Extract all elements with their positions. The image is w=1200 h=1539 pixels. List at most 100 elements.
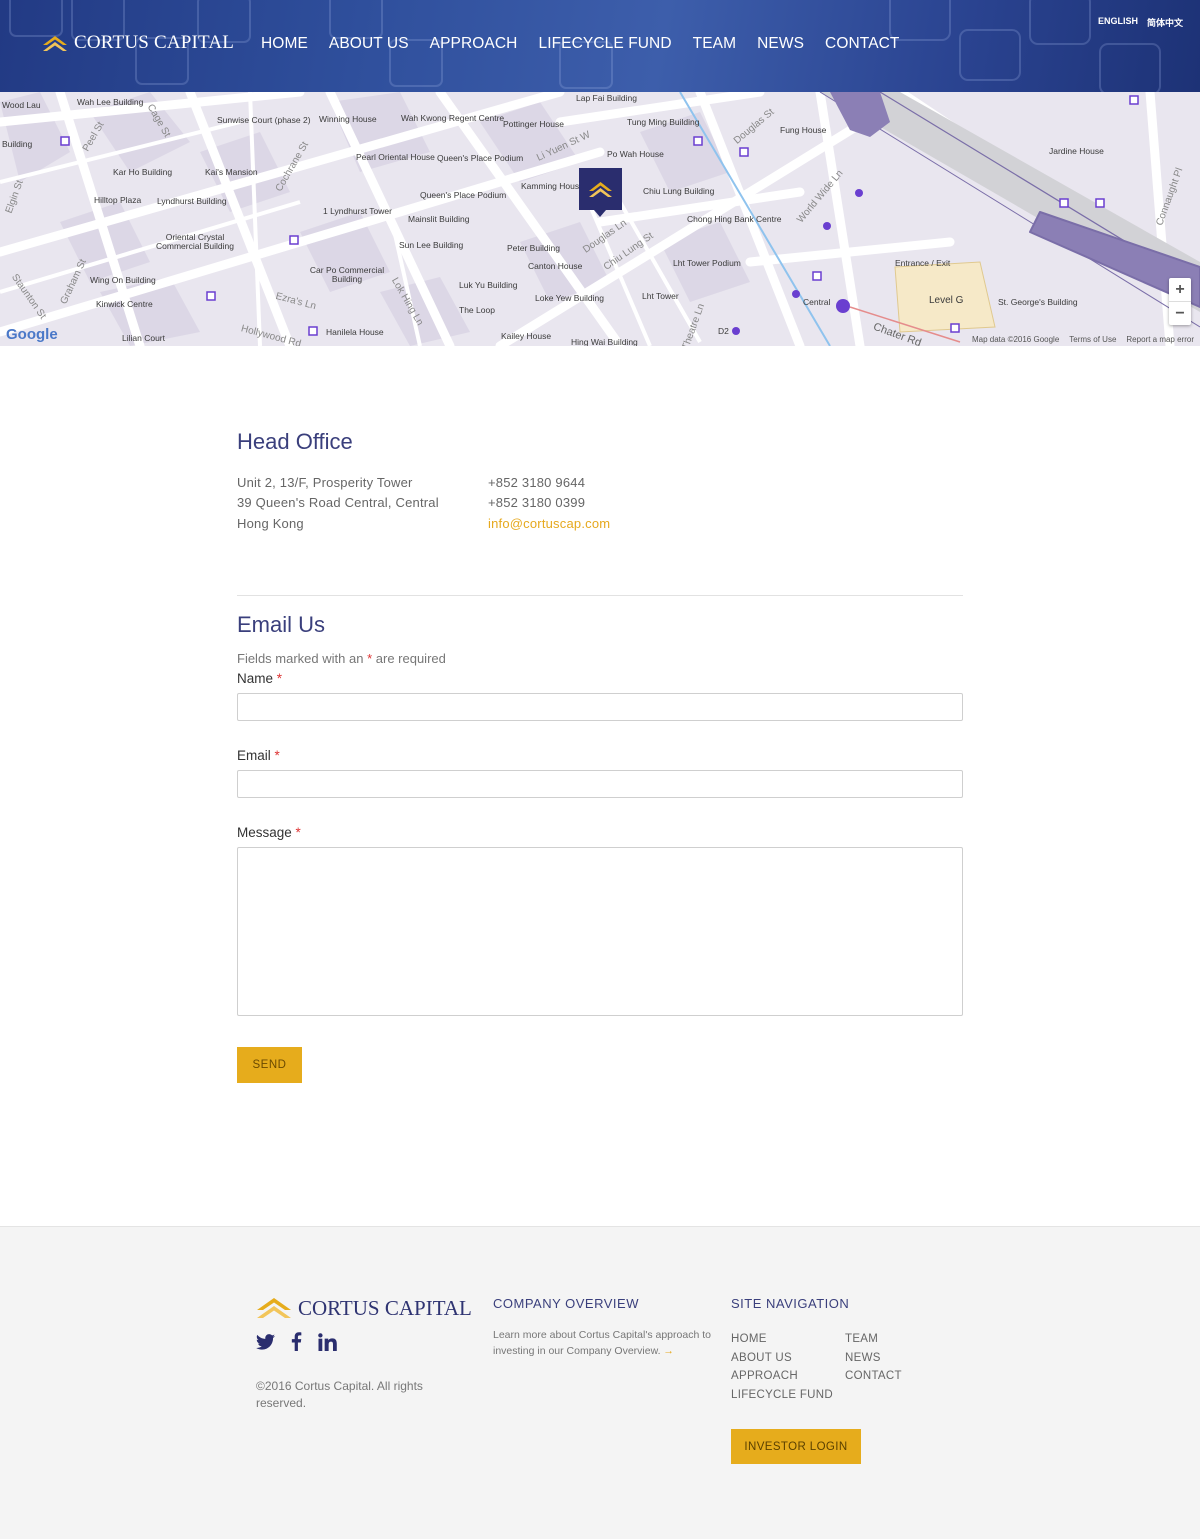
address-line: Hong Kong [237, 515, 304, 531]
nav-about-us[interactable]: ABOUT US [329, 35, 409, 53]
brand-logo[interactable]: CORTUS CAPITAL [42, 32, 234, 54]
brand-name: CORTUS CAPITAL [74, 32, 235, 53]
copyright-text: ©2016 Cortus Capital. All rights reserve… [256, 1379, 423, 1410]
footer-nav-news[interactable]: NEWS [845, 1349, 902, 1368]
name-label: Name * [237, 671, 282, 686]
linkedin-icon[interactable] [318, 1332, 337, 1351]
nav-home[interactable]: HOME [261, 35, 308, 53]
name-input[interactable] [237, 693, 963, 721]
map-label: Winning House [319, 114, 377, 124]
footer-nav-about-us[interactable]: ABOUT US [731, 1349, 833, 1368]
nav-contact[interactable]: CONTACT [825, 35, 899, 53]
arrow-right-icon[interactable]: → [663, 1345, 674, 1357]
map-label: Wing On Building [90, 275, 156, 285]
address-line: 39 Queen's Road Central, Central [237, 495, 439, 511]
map-label: Central [803, 297, 831, 307]
language-switcher: ENGLISH 简体中文 [1098, 16, 1183, 29]
map-label: Loke Yew Building [535, 293, 605, 303]
map-label: Tung Ming Building [627, 117, 700, 127]
map-attribution: Map data ©2016 Google Terms of Use Repor… [972, 335, 1194, 344]
message-label: Message * [237, 825, 301, 840]
email-label: Email * [237, 748, 280, 763]
phone-number: +852 3180 0399 [488, 495, 586, 511]
map-label: Kailey House [501, 331, 552, 341]
map-label: Kai's Mansion [205, 167, 258, 177]
nav-team[interactable]: TEAM [693, 35, 736, 53]
map-label: Entrance / Exit [895, 258, 951, 268]
name-label-text: Name [237, 671, 274, 686]
email-us-title: Email Us [237, 612, 326, 637]
map-label: Kinwick Centre [96, 299, 153, 309]
footer-nav-lifecycle-fund[interactable]: LIFECYCLE FUND [731, 1386, 833, 1405]
head-office-title: Head Office [237, 429, 353, 454]
lang-english[interactable]: ENGLISH [1098, 16, 1138, 29]
site-navigation-title: SITE NAVIGATION [731, 1296, 850, 1311]
lang-chinese[interactable]: 简体中文 [1147, 16, 1183, 29]
brand-main: CORTUS [298, 1295, 380, 1320]
required-star: * [367, 651, 373, 666]
map-label: Lap Fai Building [576, 93, 637, 103]
map-label: Kamming House [521, 181, 584, 191]
map-streets [0, 92, 1200, 346]
twitter-icon[interactable] [256, 1333, 275, 1350]
note-text: are required [375, 651, 446, 666]
map-label: Pearl Oriental House [356, 152, 435, 162]
phone-number: +852 3180 9644 [488, 475, 586, 490]
message-textarea[interactable] [237, 847, 963, 1016]
required-star: * [295, 825, 301, 840]
google-logo: Google [6, 326, 58, 343]
map-label: Lilian Court [122, 333, 165, 343]
map-label: Lht Tower Podium [673, 258, 741, 268]
facebook-icon[interactable] [291, 1332, 302, 1351]
chevron-logo-icon [589, 182, 612, 197]
note-text: Fields marked with an [237, 651, 364, 666]
email-input[interactable] [237, 770, 963, 798]
section-divider [237, 595, 963, 596]
footer-nav-home[interactable]: HOME [731, 1330, 833, 1349]
map-label: Sunwise Court (phase 2) [217, 115, 311, 125]
required-fields-note: Fields marked with an * are required [237, 651, 446, 666]
terms-of-use-link[interactable]: Terms of Use [1069, 335, 1116, 344]
footer-brand-logo[interactable]: CORTUS CAPITAL [256, 1295, 472, 1321]
map-label: Lht Tower [642, 291, 679, 301]
map-label: 1 Lyndhurst Tower [323, 206, 392, 216]
nav-news[interactable]: NEWS [757, 35, 804, 53]
map-label: Pottinger House [503, 119, 564, 129]
footer-brand-name: CORTUS CAPITAL [298, 1296, 472, 1321]
map-label: D2 [718, 326, 729, 336]
map-label: Po Wah House [607, 149, 664, 159]
map-label: Wah Kwong Regent Centre [401, 113, 505, 123]
map-label: Hilltop Plaza [94, 195, 142, 205]
footer-nav-team[interactable]: TEAM [845, 1330, 902, 1349]
map-label: Canton House [528, 261, 583, 271]
map-label: Queen's Place Podium [437, 153, 524, 163]
send-button[interactable]: SEND [237, 1047, 302, 1083]
report-map-error-link[interactable]: Report a map error [1126, 335, 1194, 344]
chevron-logo-icon [43, 36, 67, 51]
map-label: Car Po Commercial Building [309, 265, 385, 284]
map-label: Wood Lau [2, 100, 41, 110]
nav-approach[interactable]: APPROACH [430, 35, 518, 53]
zoom-in-button[interactable]: + [1169, 278, 1191, 301]
map-label: Hing Wai Building [571, 337, 638, 346]
message-label-text: Message [237, 825, 292, 840]
chevron-logo-icon [257, 1298, 291, 1318]
map-label: St. George's Building [998, 297, 1078, 307]
footer-nav-approach[interactable]: APPROACH [731, 1367, 833, 1386]
office-map-marker[interactable] [579, 168, 622, 217]
nav-lifecycle-fund[interactable]: LIFECYCLE FUND [538, 35, 671, 53]
map-label: Oriental Crystal Commercial Building [156, 232, 234, 251]
email-label-text: Email [237, 748, 271, 763]
map-label: Sun Lee Building [399, 240, 464, 250]
google-map[interactable]: Wood Lau Wah Lee Building Sunwise Court … [0, 92, 1200, 346]
zoom-out-button[interactable]: − [1169, 301, 1191, 324]
map-label: Kar Ho Building [113, 167, 173, 177]
map-label: Peter Building [507, 243, 560, 253]
office-address: Unit 2, 13/F, Prosperity Tower 39 Queen'… [237, 473, 439, 534]
footer-nav-contact[interactable]: CONTACT [845, 1367, 902, 1386]
site-header: CORTUS CAPITAL HOME ABOUT US APPROACH LI… [0, 0, 1200, 92]
map-label: Hanilela House [326, 327, 384, 337]
investor-login-button[interactable]: INVESTOR LOGIN [731, 1429, 861, 1464]
email-link[interactable]: info@cortuscap.com [488, 516, 610, 531]
map-label: Building [2, 139, 33, 149]
